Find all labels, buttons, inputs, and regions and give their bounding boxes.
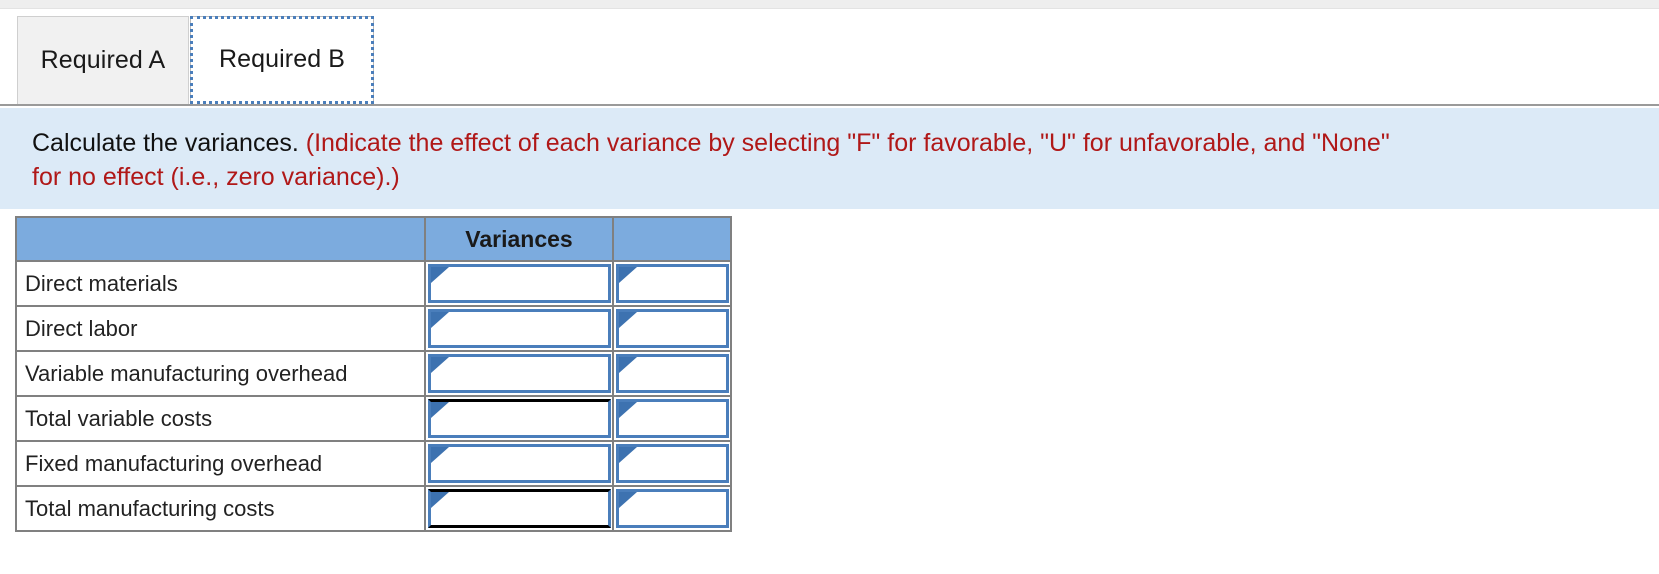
dropdown-caret-icon[interactable] [619,357,637,373]
table-row: Direct labor [15,305,732,352]
variance-amount-input[interactable] [431,267,608,300]
page-root: Required A Required B Calculate the vari… [0,0,1659,574]
dropdown-caret-icon[interactable] [619,447,637,463]
row-label: Total variable costs [15,395,426,442]
dropdown-caret-icon[interactable] [431,447,449,463]
header-cell-blank-right [612,216,732,262]
variance-amount-cell [424,305,614,352]
variance-amount-input[interactable] [431,492,608,525]
variance-amount-cell [424,350,614,397]
header-cell-blank-left [15,216,426,262]
instruction-lead: Calculate the variances. [32,129,299,157]
variance-amount-cell [424,440,614,487]
dropdown-caret-icon[interactable] [619,312,637,328]
variance-amount-input[interactable] [431,402,608,435]
variance-effect-cell [612,305,732,352]
row-label: Direct materials [15,260,426,307]
dropdown-caret-icon[interactable] [431,492,449,508]
variance-table: Variances Direct materials Direct labor Va… [15,216,732,532]
variance-effect-entry[interactable] [616,354,729,393]
tab-required-a-label: Required A [40,46,166,74]
header-cell-variances: Variances [424,216,614,262]
dropdown-caret-icon[interactable] [431,402,449,418]
tab-required-b[interactable]: Required B [190,16,374,104]
variance-effect-cell [612,485,732,532]
dropdown-caret-icon[interactable] [431,312,449,328]
dropdown-caret-icon[interactable] [431,267,449,283]
row-label: Variable manufacturing overhead [15,350,426,397]
table-row: Variable manufacturing overhead [15,350,732,397]
tab-bar: Required A Required B [0,10,1659,106]
row-label: Total manufacturing costs [15,485,426,532]
variance-effect-entry[interactable] [616,489,729,528]
variance-amount-input[interactable] [431,447,608,480]
variance-amount-cell [424,260,614,307]
variance-effect-entry[interactable] [616,264,729,303]
table-row: Fixed manufacturing overhead [15,440,732,487]
top-strip [0,0,1659,9]
variance-effect-cell [612,350,732,397]
row-label: Fixed manufacturing overhead [15,440,426,487]
table-row: Total manufacturing costs [15,485,732,532]
variance-amount-entry[interactable] [428,444,611,483]
dropdown-caret-icon[interactable] [619,492,637,508]
variance-amount-cell [424,485,614,532]
dropdown-caret-icon[interactable] [619,402,637,418]
variance-effect-entry[interactable] [616,444,729,483]
variance-amount-entry[interactable] [428,489,611,528]
tab-required-b-label: Required B [218,45,346,73]
variance-table-body: Direct materials Direct labor Variable man… [15,260,732,532]
row-label: Direct labor [15,305,426,352]
variance-amount-entry[interactable] [428,309,611,348]
instruction-line-1: Calculate the variances. (Indicate the e… [32,126,1659,160]
variance-amount-entry[interactable] [428,399,611,438]
instruction-line-2: for no effect (i.e., zero variance).) [32,163,400,191]
variance-effect-cell [612,395,732,442]
tab-required-a[interactable]: Required A [17,16,189,104]
variance-amount-input[interactable] [431,357,608,390]
variance-amount-entry[interactable] [428,354,611,393]
table-row: Total variable costs [15,395,732,442]
dropdown-caret-icon[interactable] [619,267,637,283]
instruction-note-part-1: (Indicate the effect of each variance by… [298,129,1390,157]
variance-amount-input[interactable] [431,312,608,345]
variance-effect-entry[interactable] [616,309,729,348]
variance-table-header-row: Variances [15,216,732,262]
variance-effect-cell [612,260,732,307]
variance-amount-entry[interactable] [428,264,611,303]
variance-effect-cell [612,440,732,487]
variance-amount-cell [424,395,614,442]
variance-effect-entry[interactable] [616,399,729,438]
instruction-banner: Calculate the variances. (Indicate the e… [0,108,1659,209]
variance-table-head: Variances [15,216,732,262]
table-row: Direct materials [15,260,732,307]
dropdown-caret-icon[interactable] [431,357,449,373]
